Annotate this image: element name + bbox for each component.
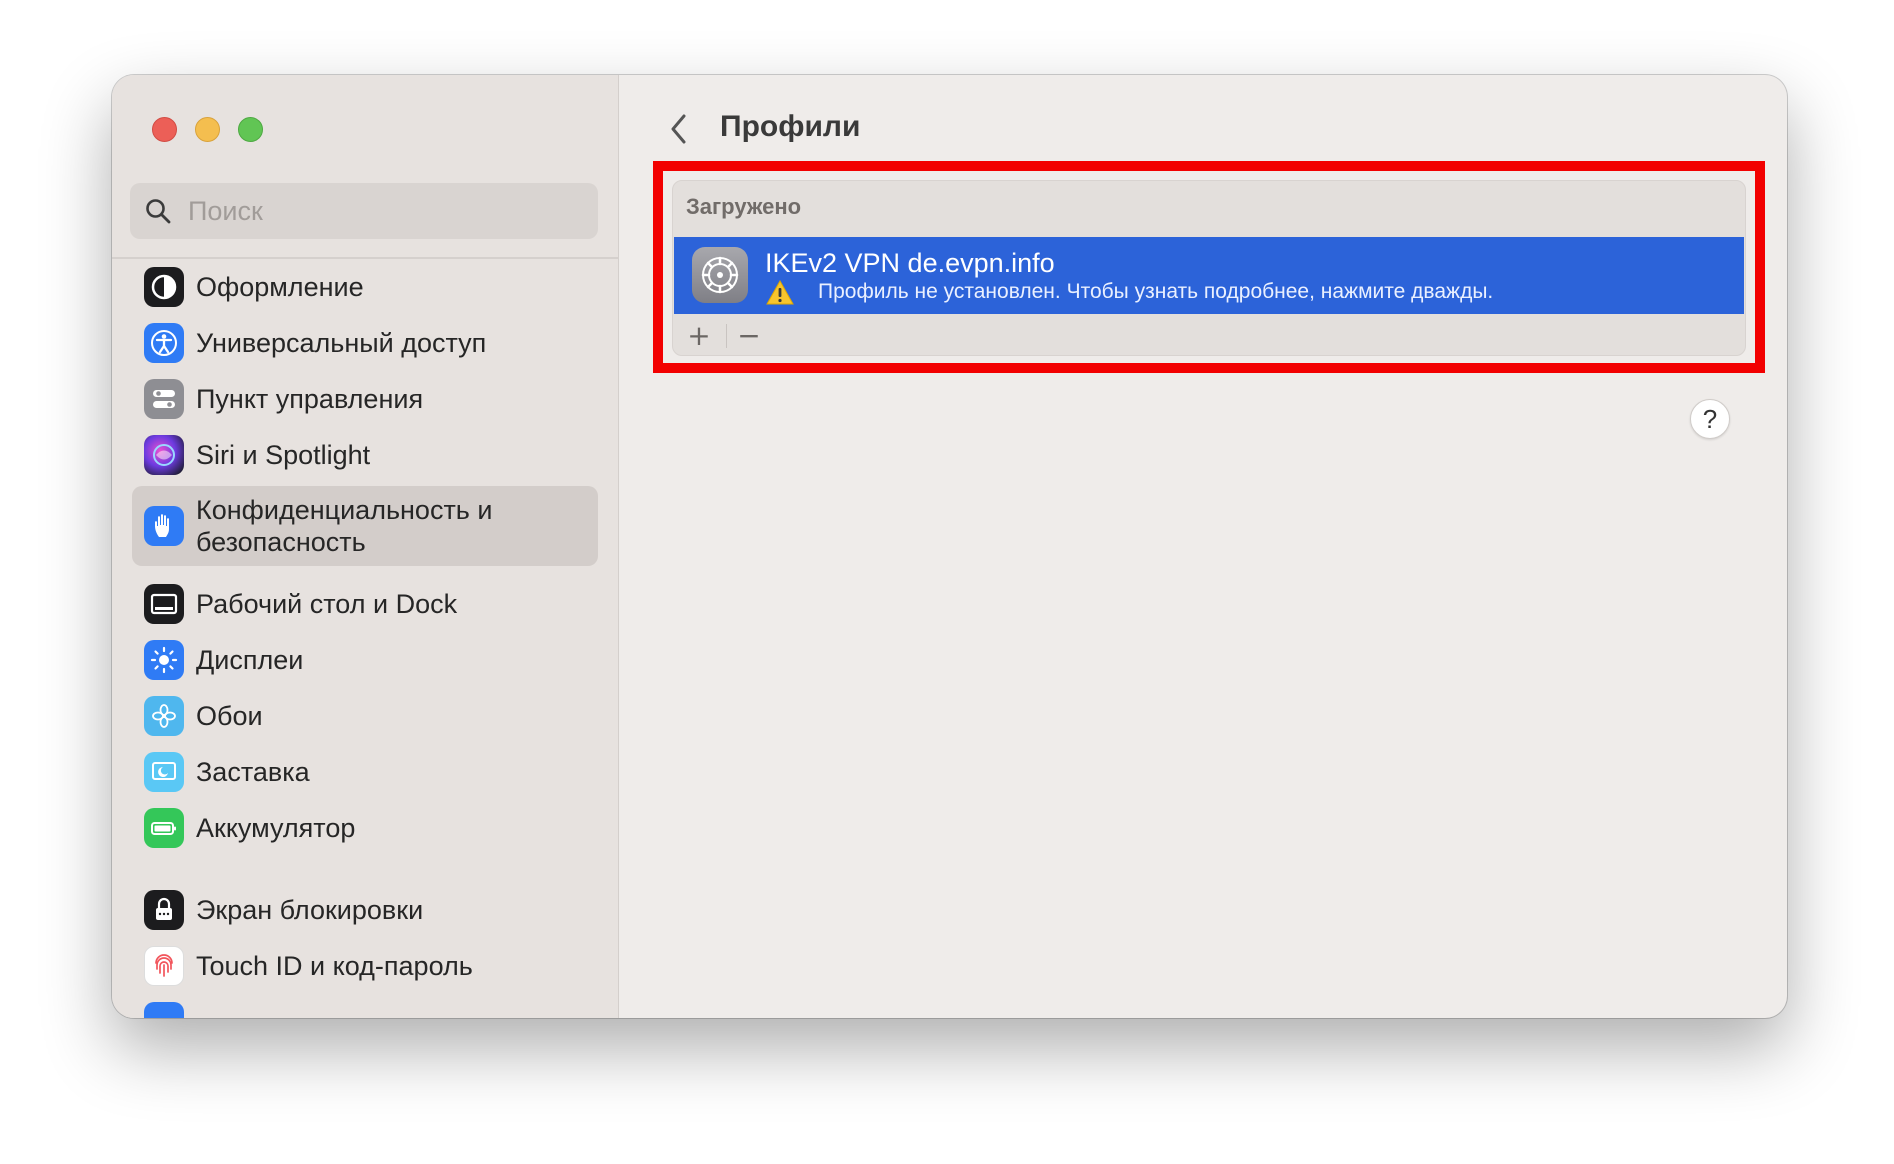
sidebar-item-control-center[interactable]: Пункт управления bbox=[132, 371, 598, 427]
displays-icon bbox=[144, 640, 184, 680]
sidebar: Оформление Универсальный доступ Пункт уп… bbox=[112, 75, 619, 1018]
siri-icon bbox=[144, 435, 184, 475]
sidebar-item-partial[interactable] bbox=[132, 994, 598, 1018]
sidebar-item-screensaver[interactable]: Заставка bbox=[132, 744, 598, 800]
sidebar-item-label: Конфиденциальность и безопасность bbox=[196, 495, 493, 557]
sidebar-item-label: Siri и Spotlight bbox=[196, 440, 371, 470]
wallpaper-icon bbox=[144, 696, 184, 736]
sidebar-item-label: Заставка bbox=[196, 757, 310, 787]
lock-screen-icon bbox=[144, 890, 184, 930]
search-field[interactable] bbox=[130, 183, 598, 239]
sidebar-item-privacy-security[interactable]: Конфиденциальность и безопасность bbox=[132, 486, 598, 566]
sidebar-item-battery[interactable]: Аккумулятор bbox=[132, 800, 598, 856]
search-input[interactable] bbox=[186, 194, 570, 228]
control-center-icon bbox=[144, 379, 184, 419]
minimize-button[interactable] bbox=[195, 117, 220, 142]
sidebar-item-label: Экран блокировки bbox=[196, 895, 424, 925]
sidebar-item-label: Touch ID и код-пароль bbox=[196, 951, 473, 981]
sidebar-item-label: Обои bbox=[196, 701, 263, 731]
sidebar-item-touch-id[interactable]: Touch ID и код-пароль bbox=[132, 938, 598, 994]
page-title: Профили bbox=[720, 110, 861, 143]
search-icon bbox=[146, 199, 171, 224]
battery-icon bbox=[144, 808, 184, 848]
accessibility-icon bbox=[144, 323, 184, 363]
sidebar-item-desktop-dock[interactable]: Рабочий стол и Dock bbox=[132, 576, 598, 632]
back-button[interactable] bbox=[659, 107, 699, 151]
sidebar-item-label: Оформление bbox=[196, 272, 364, 302]
users-icon bbox=[144, 1002, 184, 1018]
sidebar-item-siri[interactable]: Siri и Spotlight bbox=[132, 427, 598, 483]
sidebar-item-accessibility[interactable]: Универсальный доступ bbox=[132, 315, 598, 371]
sidebar-item-lock-screen[interactable]: Экран блокировки bbox=[132, 882, 598, 938]
sidebar-item-wallpaper[interactable]: Обои bbox=[132, 688, 598, 744]
sidebar-item-label: Рабочий стол и Dock bbox=[196, 589, 458, 619]
screensaver-icon bbox=[144, 752, 184, 792]
close-button[interactable] bbox=[152, 117, 177, 142]
sidebar-item-label: Дисплеи bbox=[196, 645, 304, 675]
help-button[interactable]: ? bbox=[1690, 399, 1730, 439]
content-pane: Профили Загружено IKEv2 VPN de.evpn.info… bbox=[619, 75, 1787, 1018]
chevron-left-icon bbox=[671, 114, 686, 144]
sidebar-item-label: Аккумулятор bbox=[196, 813, 356, 843]
zoom-button[interactable] bbox=[238, 117, 263, 142]
sidebar-item-label: Универсальный доступ bbox=[196, 328, 487, 358]
appearance-icon bbox=[144, 267, 184, 307]
settings-window: Оформление Универсальный доступ Пункт уп… bbox=[112, 75, 1787, 1018]
sidebar-item-displays[interactable]: Дисплеи bbox=[132, 632, 598, 688]
fingerprint-icon bbox=[144, 946, 184, 986]
sidebar-item-label: Пункт управления bbox=[196, 384, 424, 414]
desktop-dock-icon bbox=[144, 584, 184, 624]
sidebar-nav: Оформление Универсальный доступ Пункт уп… bbox=[112, 259, 618, 1018]
sidebar-item-appearance[interactable]: Оформление bbox=[132, 259, 598, 315]
privacy-hand-icon bbox=[144, 506, 184, 546]
annotation-highlight-box bbox=[653, 161, 1765, 373]
traffic-lights bbox=[152, 117, 263, 142]
